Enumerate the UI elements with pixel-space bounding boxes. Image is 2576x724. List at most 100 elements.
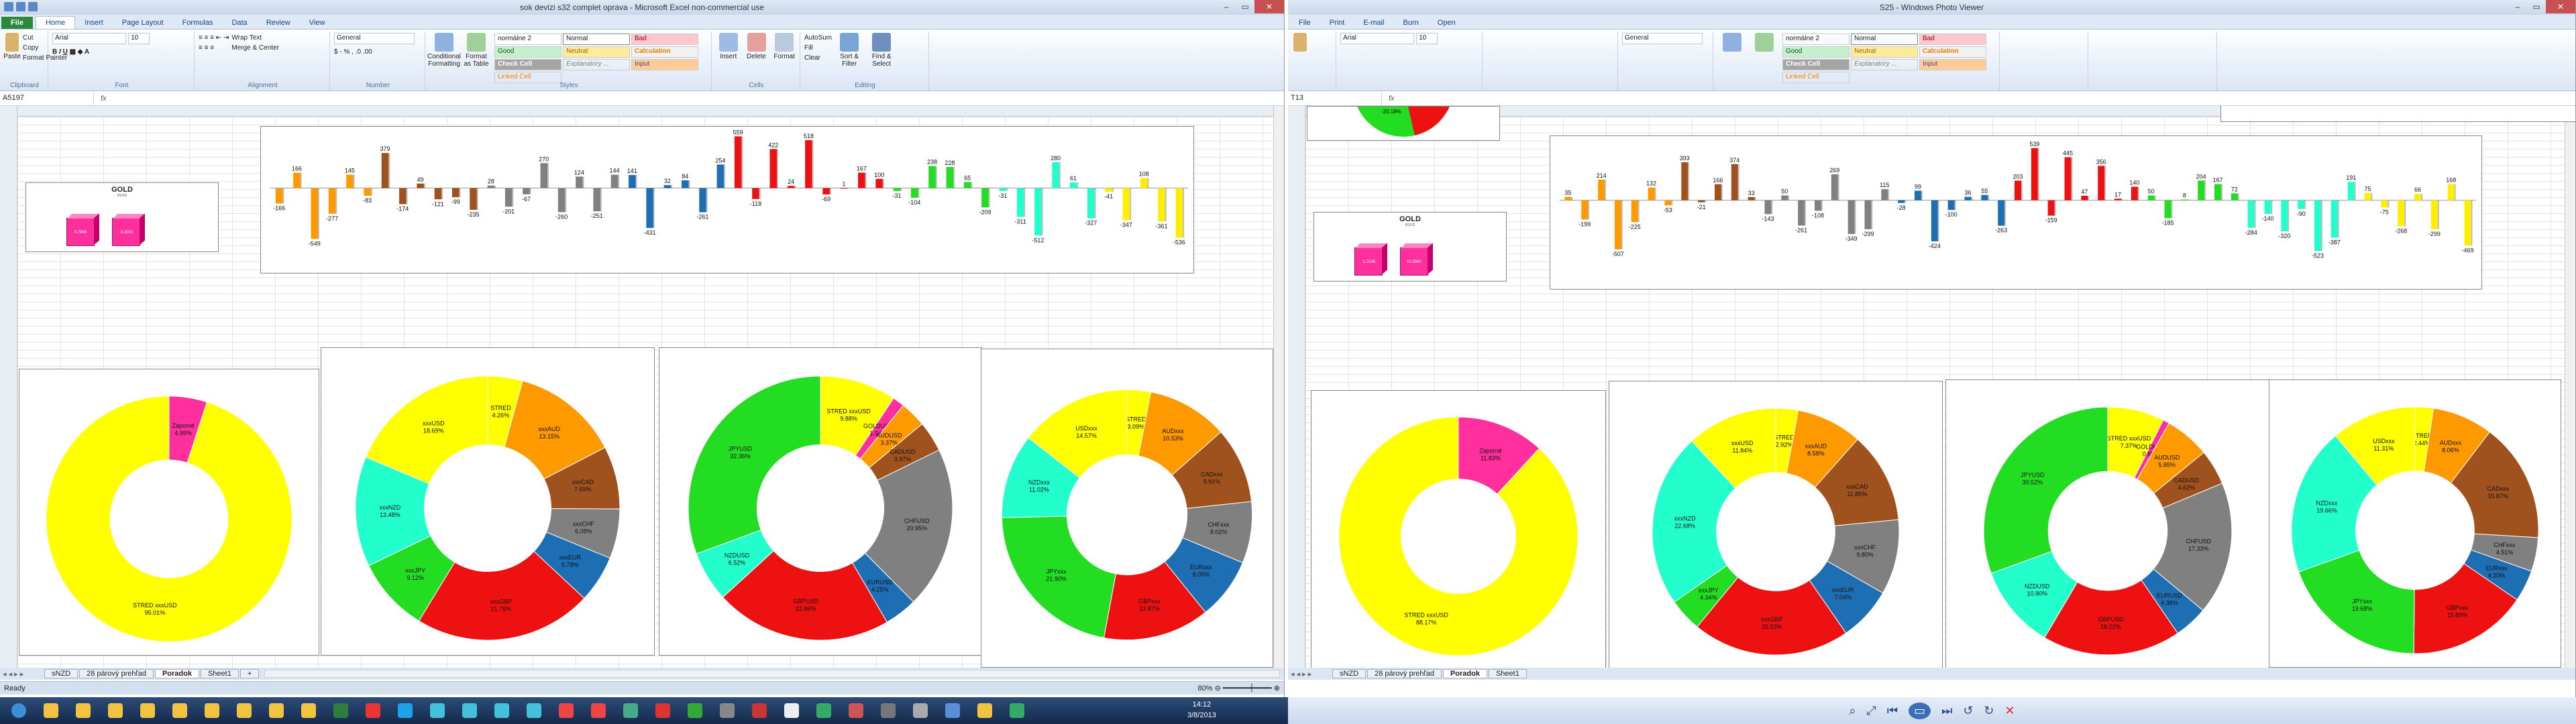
vertical-scrollbar[interactable] [1273,106,1284,668]
delete-button[interactable]: Delete [744,33,769,60]
taskbar-app-icon[interactable] [101,699,130,722]
maximize-button[interactable]: ▭ [1236,0,1254,13]
donut-chart-2[interactable]: STRED 4.26% xxxAUD 13.15% xxxCAD 7.69% xxxCHF 6… [321,347,655,656]
start-button[interactable] [4,699,34,722]
taskbar-app-icon[interactable] [36,699,66,722]
taskbar-app-icon[interactable] [358,699,388,722]
format-as-table-button[interactable]: Format as Table [462,33,491,68]
menu-open[interactable]: Open [1428,17,1465,29]
taskbar-clock[interactable]: 14:12 3/8/2013 [1187,699,1216,721]
close-button[interactable]: ✕ [1254,0,1284,13]
autosum-button[interactable]: AutoSum [804,33,832,43]
close-button[interactable]: ✕ [2546,0,2575,13]
format-button[interactable]: Format [771,33,797,60]
style-explanatory[interactable]: Explanatory ... [563,59,630,70]
zoom-icon[interactable]: ⌕ [1849,704,1856,718]
font-size-select[interactable]: 10 [128,33,150,44]
actual-size-icon[interactable]: ⤢ [1866,704,1876,718]
taskbar-app-icon[interactable] [809,699,839,722]
number-format-buttons[interactable]: $ - % , .0 .00 [334,47,372,57]
slideshow-icon[interactable]: ▭ [1909,702,1931,719]
taskbar-app-icon[interactable] [584,699,613,722]
taskbar-app-icon[interactable] [423,699,452,722]
style-input[interactable]: Input [631,59,698,70]
fill-button[interactable]: Fill [804,43,832,53]
taskbar-app-icon[interactable] [1002,699,1032,722]
delete-icon[interactable]: ✕ [2005,704,2015,718]
font-format-buttons[interactable]: B I U ▦ ◆ A [52,47,89,57]
fx-icon[interactable]: fx [94,95,113,103]
zoom-slider[interactable]: ⊖ ━━━━━━┿━━━━ ⊕ [1215,684,1280,692]
taskbar-app-icon[interactable] [648,699,678,722]
style-calculation[interactable]: Calculation [631,46,698,58]
taskbar-app-icon[interactable] [165,699,195,722]
pairs-bar-chart[interactable]: -166 166 -549 -277 145 -83 379 -174 49 -121 -99 -23… [260,126,1194,274]
taskbar-app-icon[interactable] [680,699,710,722]
align-buttons-2[interactable]: ≡ ≡ ≡ [199,43,229,53]
undo-icon[interactable] [28,2,38,11]
style-check-cell[interactable]: Check Cell [494,59,561,70]
formula-input[interactable] [113,91,1284,105]
merge-center-button[interactable]: Merge & Center [231,43,279,53]
taskbar-app-icon[interactable] [455,699,484,722]
maximize-button[interactable]: ▭ [2527,0,2546,13]
taskbar-app-icon[interactable] [873,699,903,722]
align-buttons[interactable]: ≡ ≡ ≡ ⇤ ⇥ [199,33,229,43]
gold-chart[interactable]: GOLD RSI1D 0.7966 -0.3003 [25,182,219,252]
save-icon[interactable] [16,2,25,11]
taskbar-app-icon[interactable] [519,699,549,722]
tab-insert[interactable]: Insert [75,17,113,29]
sheet-tab[interactable]: sNZD [44,669,78,678]
menu-burn[interactable]: Burn [1394,17,1428,29]
horizontal-scrollbar[interactable] [264,670,1280,678]
sheet-tab[interactable]: Sheet1 [200,669,239,678]
next-icon[interactable]: ⏭ [1941,704,1952,718]
tab-formulas[interactable]: Formulas [173,17,223,29]
style-normal[interactable]: Normal [563,34,630,45]
zoom-level[interactable]: 80% [1198,684,1213,692]
font-name-select[interactable]: Arial [52,33,126,44]
taskbar-app-icon[interactable] [745,699,774,722]
tab-review[interactable]: Review [257,17,300,29]
wrap-text-button[interactable]: Wrap Text [231,33,279,43]
taskbar-app-icon[interactable] [487,699,517,722]
taskbar-app-icon[interactable] [712,699,742,722]
paste-button[interactable]: Paste [3,33,21,60]
number-format-select[interactable]: General [334,33,415,44]
taskbar-app-icon[interactable] [616,699,645,722]
find-select-button[interactable]: Find & Select [867,33,896,68]
worksheet[interactable]: GOLD RSI1D 0.7966 -0.3003 -166 166 -549 -27… [0,106,1284,668]
previous-icon[interactable]: ⏮ [1887,704,1898,718]
rotate-cw-icon[interactable]: ↻ [1984,704,1994,718]
taskbar-app-icon[interactable] [551,699,581,722]
name-box[interactable]: A5197 [0,91,94,105]
style-neutral[interactable]: Neutral [563,46,630,58]
sheet-tab[interactable]: 28 párový prehľad [79,669,154,678]
donut-chart-1[interactable]: Záporné 4.99% STRED xxxUSD 95.01% [19,369,319,656]
taskbar-app-icon[interactable] [133,699,162,722]
tab-view[interactable]: View [300,17,335,29]
taskbar-app-icon[interactable] [262,699,291,722]
style-normal-2[interactable]: normálne 2 [494,34,561,45]
tab-home[interactable]: Home [35,16,76,29]
sort-filter-button[interactable]: Sort & Filter [835,33,864,68]
style-bad[interactable]: Bad [631,34,698,45]
donut-chart-4[interactable]: STRED 3.09% AUDxxx 10.53% CADxxx 9.91% CHFxxx 8… [981,349,1273,668]
taskbar-app-icon[interactable] [326,699,356,722]
taskbar-app-icon[interactable] [229,699,259,722]
menu-file[interactable]: File [1289,17,1320,29]
donut-chart-3[interactable]: STRED xxxUSD 9.88% GOLDUSD 1.54% AUDUSD 3.37%… [659,347,982,656]
clear-button[interactable]: Clear [804,53,832,63]
tab-page-layout[interactable]: Page Layout [113,17,173,29]
menu-print[interactable]: Print [1320,17,1354,29]
sheet-nav-buttons[interactable]: ◂ ◂ ▸ ▸ [3,670,43,678]
insert-button[interactable]: Insert [716,33,741,60]
taskbar-app-icon[interactable] [777,699,806,722]
rotate-ccw-icon[interactable]: ↺ [1963,704,1973,718]
taskbar-app-icon[interactable] [906,699,935,722]
taskbar-app-icon[interactable] [294,699,323,722]
taskbar-app-icon[interactable] [841,699,871,722]
quick-access-toolbar[interactable] [4,2,38,11]
style-good[interactable]: Good [494,46,561,58]
menu-email[interactable]: E-mail [1354,17,1393,29]
